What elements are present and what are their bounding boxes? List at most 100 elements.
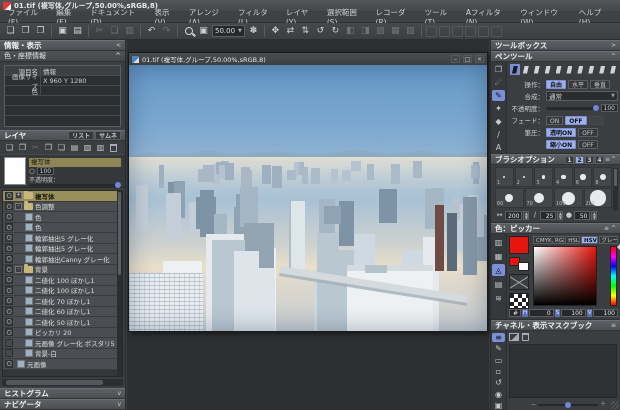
- mask-layer-icon[interactable]: ▧: [82, 142, 93, 153]
- open-file-icon[interactable]: ❒: [19, 25, 32, 38]
- pressure-button-OFF[interactable]: OFF: [578, 140, 598, 149]
- brush-grid-scrollbar[interactable]: [613, 168, 618, 210]
- pen-variant-icon[interactable]: [575, 64, 585, 75]
- toolbox-header[interactable]: ツールボックス >: [491, 40, 620, 51]
- pen-opacity-slider[interactable]: [546, 107, 599, 110]
- pen-variant-icon[interactable]: [543, 64, 553, 75]
- visibility-on-icon[interactable]: ○: [5, 318, 13, 326]
- visibility-off-icon[interactable]: [5, 339, 13, 347]
- layer-list-hscrollbar[interactable]: [2, 379, 123, 386]
- add-image-icon[interactable]: [509, 333, 519, 341]
- active-layer-thumbnail[interactable]: [4, 157, 26, 185]
- blend-mode-dropdown[interactable]: 通常 ▼: [546, 91, 618, 101]
- trash-icon[interactable]: [522, 333, 529, 341]
- new-layer-icon[interactable]: ❑: [4, 142, 15, 153]
- operation-button-自由[interactable]: 自由: [546, 80, 566, 89]
- layer-row[interactable]: ○+複写体: [3, 191, 122, 202]
- layer-opacity-value[interactable]: 100: [37, 167, 54, 175]
- info-panel-header[interactable]: 情報・表示 <: [0, 40, 125, 51]
- line-tool-icon[interactable]: ∕: [492, 129, 505, 140]
- saturation-value-square[interactable]: [533, 246, 597, 306]
- document-title-bar[interactable]: 01.tif (複写体,グループ,50.00%,sRGB,8) – □ ×: [129, 53, 487, 65]
- layer-row[interactable]: ○輪郭抽出Canny グレー化: [3, 254, 122, 265]
- layer-list-mode-button[interactable]: リスト: [68, 131, 94, 140]
- brush-preset[interactable]: 8: [593, 167, 612, 187]
- pen-variant-icon[interactable]: [510, 64, 520, 75]
- folder-expand-icon[interactable]: -: [15, 203, 22, 210]
- folder-expand-icon[interactable]: -: [15, 266, 22, 273]
- visibility-on-icon[interactable]: ○: [5, 223, 13, 231]
- text-tool-icon[interactable]: A: [492, 142, 505, 153]
- channel-undo-icon[interactable]: ↺: [492, 378, 505, 387]
- layers-panel-header[interactable]: レイヤ リスト サムネ: [0, 130, 125, 141]
- layer-opacity-slider[interactable]: [29, 184, 121, 187]
- layer-row[interactable]: ○色: [3, 223, 122, 234]
- layer-row[interactable]: ○二値化 50 ぼかし1: [3, 317, 122, 328]
- visibility-on-icon[interactable]: ○: [5, 265, 13, 273]
- layer-row[interactable]: 背景-白: [3, 349, 122, 360]
- move-tool-icon[interactable]: ✥: [269, 25, 282, 38]
- folder-up-icon[interactable]: ❏: [56, 142, 67, 153]
- h-field[interactable]: 0: [529, 309, 554, 317]
- navigator-header[interactable]: ナビゲータ v: [0, 399, 125, 410]
- pen-tool-header[interactable]: ペンツール ^: [491, 51, 620, 62]
- visibility-on-icon[interactable]: ○: [5, 297, 13, 305]
- picker-tab-HSL[interactable]: HSL: [565, 236, 580, 244]
- brush-preset[interactable]: 1: [495, 167, 514, 187]
- brush-preset[interactable]: 60: [495, 188, 524, 208]
- brush-preset[interactable]: 2: [515, 167, 534, 187]
- channel-small-icon[interactable]: ▫: [492, 367, 505, 376]
- pen-variant-icon[interactable]: [521, 64, 531, 75]
- pen-variant-icon[interactable]: [565, 64, 575, 75]
- visibility-on-icon[interactable]: ○: [5, 328, 13, 336]
- collapse-left-icon[interactable]: <: [116, 42, 121, 49]
- select-tool-icon[interactable]: ❐: [492, 64, 505, 75]
- minus-icon[interactable]: −: [531, 402, 536, 407]
- current-color-swatch[interactable]: [509, 236, 529, 254]
- layer-row[interactable]: ○-色調整: [3, 202, 122, 213]
- picker-tab-CMYK, RGB[interactable]: CMYK, RGB: [533, 236, 564, 244]
- operation-button-垂直[interactable]: 垂直: [590, 80, 610, 89]
- brush-preset[interactable]: 100: [554, 188, 583, 208]
- transparent-color-swatch[interactable]: [509, 274, 529, 290]
- layer-row[interactable]: ○色: [3, 212, 122, 223]
- brush-preset[interactable]: 4: [554, 167, 573, 187]
- pen-variant-icon[interactable]: [586, 64, 596, 75]
- s-field[interactable]: 100: [561, 309, 586, 317]
- visibility-on-icon[interactable]: ○: [5, 244, 13, 252]
- expand-right-icon[interactable]: >: [611, 42, 616, 49]
- collapse-up-icon[interactable]: ^: [611, 225, 616, 232]
- brush-options-header[interactable]: ブラシオプション 1234 ≡ ^: [491, 154, 620, 165]
- visibility-on-icon[interactable]: ○: [5, 307, 13, 315]
- collapse-up-icon[interactable]: ^: [611, 156, 616, 163]
- pen-opacity-value[interactable]: 100: [601, 104, 618, 112]
- layer-list-scrollbar[interactable]: [117, 191, 122, 376]
- menu-icon[interactable]: ≡: [604, 225, 609, 232]
- visibility-on-icon[interactable]: ○: [5, 202, 13, 210]
- layer-row[interactable]: ○-背景: [3, 265, 122, 276]
- layer-row[interactable]: ○二値化 100 ぼかし1: [3, 275, 122, 286]
- layer-row[interactable]: ○二値化 60 ぼかし1: [3, 307, 122, 318]
- brush-preset[interactable]: 200: [584, 188, 613, 208]
- swatch-grid-icon[interactable]: ▦: [492, 250, 505, 262]
- flip-horizontal-icon[interactable]: ⇄: [284, 25, 297, 38]
- shape-tool-icon[interactable]: ✦: [492, 103, 505, 114]
- brush-size-field[interactable]: 200: [505, 211, 522, 220]
- layer-row[interactable]: ○二値化 70 ぼかし1: [3, 296, 122, 307]
- fit-view-icon[interactable]: ▣: [197, 25, 210, 38]
- pen-variant-icon[interactable]: [597, 64, 607, 75]
- hex-field[interactable]: #: [509, 309, 521, 317]
- channel-snapshot-icon[interactable]: ◉: [492, 389, 505, 398]
- fill-tool-icon[interactable]: ◆: [492, 116, 505, 127]
- layer-row[interactable]: 元画像 グレー化 ポスタリ5: [3, 338, 122, 349]
- brush-preset[interactable]: 70: [525, 188, 554, 208]
- maximize-button[interactable]: □: [463, 55, 472, 63]
- layer-row[interactable]: ○輪郭抽出5 グレー化: [3, 244, 122, 255]
- channel-pen-icon[interactable]: ✎: [492, 344, 505, 353]
- histogram-header[interactable]: ヒストグラム v: [0, 388, 125, 399]
- color-wheel-icon[interactable]: ◬: [492, 264, 505, 276]
- collapse-up-icon[interactable]: ^: [115, 52, 121, 60]
- pattern-swatch[interactable]: [509, 293, 529, 309]
- menu-icon[interactable]: ≡: [605, 156, 610, 163]
- print-icon[interactable]: ▣: [56, 25, 69, 38]
